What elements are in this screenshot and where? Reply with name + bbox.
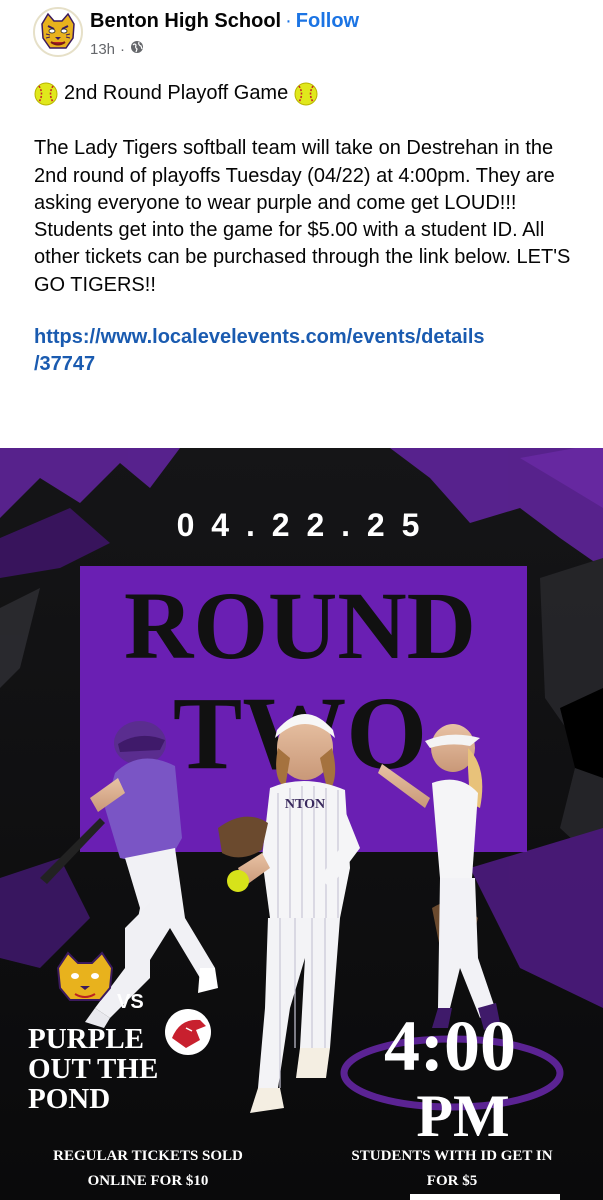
- tiger-logo-icon[interactable]: [33, 7, 83, 57]
- cropped-text-fragment: [410, 1194, 560, 1200]
- game-ampm: PM: [416, 1083, 509, 1149]
- softball-icon: [34, 82, 58, 106]
- game-time: 4:00: [384, 1006, 516, 1086]
- softball-icon: [227, 870, 249, 892]
- softball-icon: [294, 82, 318, 106]
- student-tickets-line2: FOR $5: [427, 1173, 477, 1189]
- post-time[interactable]: 13h: [90, 41, 115, 58]
- author-name[interactable]: Benton High School: [90, 10, 281, 32]
- student-tickets-line1: STUDENTS WITH ID GET IN: [351, 1148, 552, 1164]
- regular-tickets-line2: ONLINE FOR $10: [88, 1173, 209, 1189]
- event-flyer-image[interactable]: 0 4 . 2 2 . 2 5 ROUND TWO NTON: [0, 448, 603, 1200]
- meta-separator: ·: [120, 40, 126, 58]
- globe-icon: [130, 40, 144, 58]
- flyer-date: 0 4 . 2 2 . 2 5: [177, 507, 424, 543]
- round-text: ROUND: [124, 572, 476, 679]
- vs-text: VS: [117, 991, 144, 1013]
- header-separator: ·: [285, 10, 292, 32]
- post-paragraph: The Lady Tigers softball team will take …: [34, 137, 571, 296]
- post-meta: 13h ·: [90, 40, 144, 58]
- event-link[interactable]: https://www.localevelevents.com/events/d…: [34, 324, 579, 379]
- jersey-text: NTON: [285, 797, 325, 812]
- event-link-line2[interactable]: /37747: [34, 351, 579, 378]
- cougar-logo-icon: [165, 1009, 211, 1055]
- headline-text: 2nd Round Playoff Game: [64, 82, 289, 104]
- post-card: Benton High School · Follow 13h · 2nd Roun…: [0, 0, 603, 448]
- slogan-line1: PURPLE: [28, 1023, 144, 1055]
- slogan-line3: POND: [28, 1083, 110, 1115]
- post-headline: 2nd Round Playoff Game: [34, 80, 579, 107]
- event-link-line1[interactable]: https://www.localevelevents.com/events/d…: [34, 324, 579, 351]
- post-header: Benton High School · Follow: [90, 8, 359, 34]
- regular-tickets-line1: REGULAR TICKETS SOLD: [53, 1148, 243, 1164]
- slogan-line2: OUT THE: [28, 1053, 158, 1085]
- post-body: 2nd Round Playoff Game The Lady Tigers s…: [34, 80, 579, 379]
- follow-button[interactable]: Follow: [296, 10, 359, 32]
